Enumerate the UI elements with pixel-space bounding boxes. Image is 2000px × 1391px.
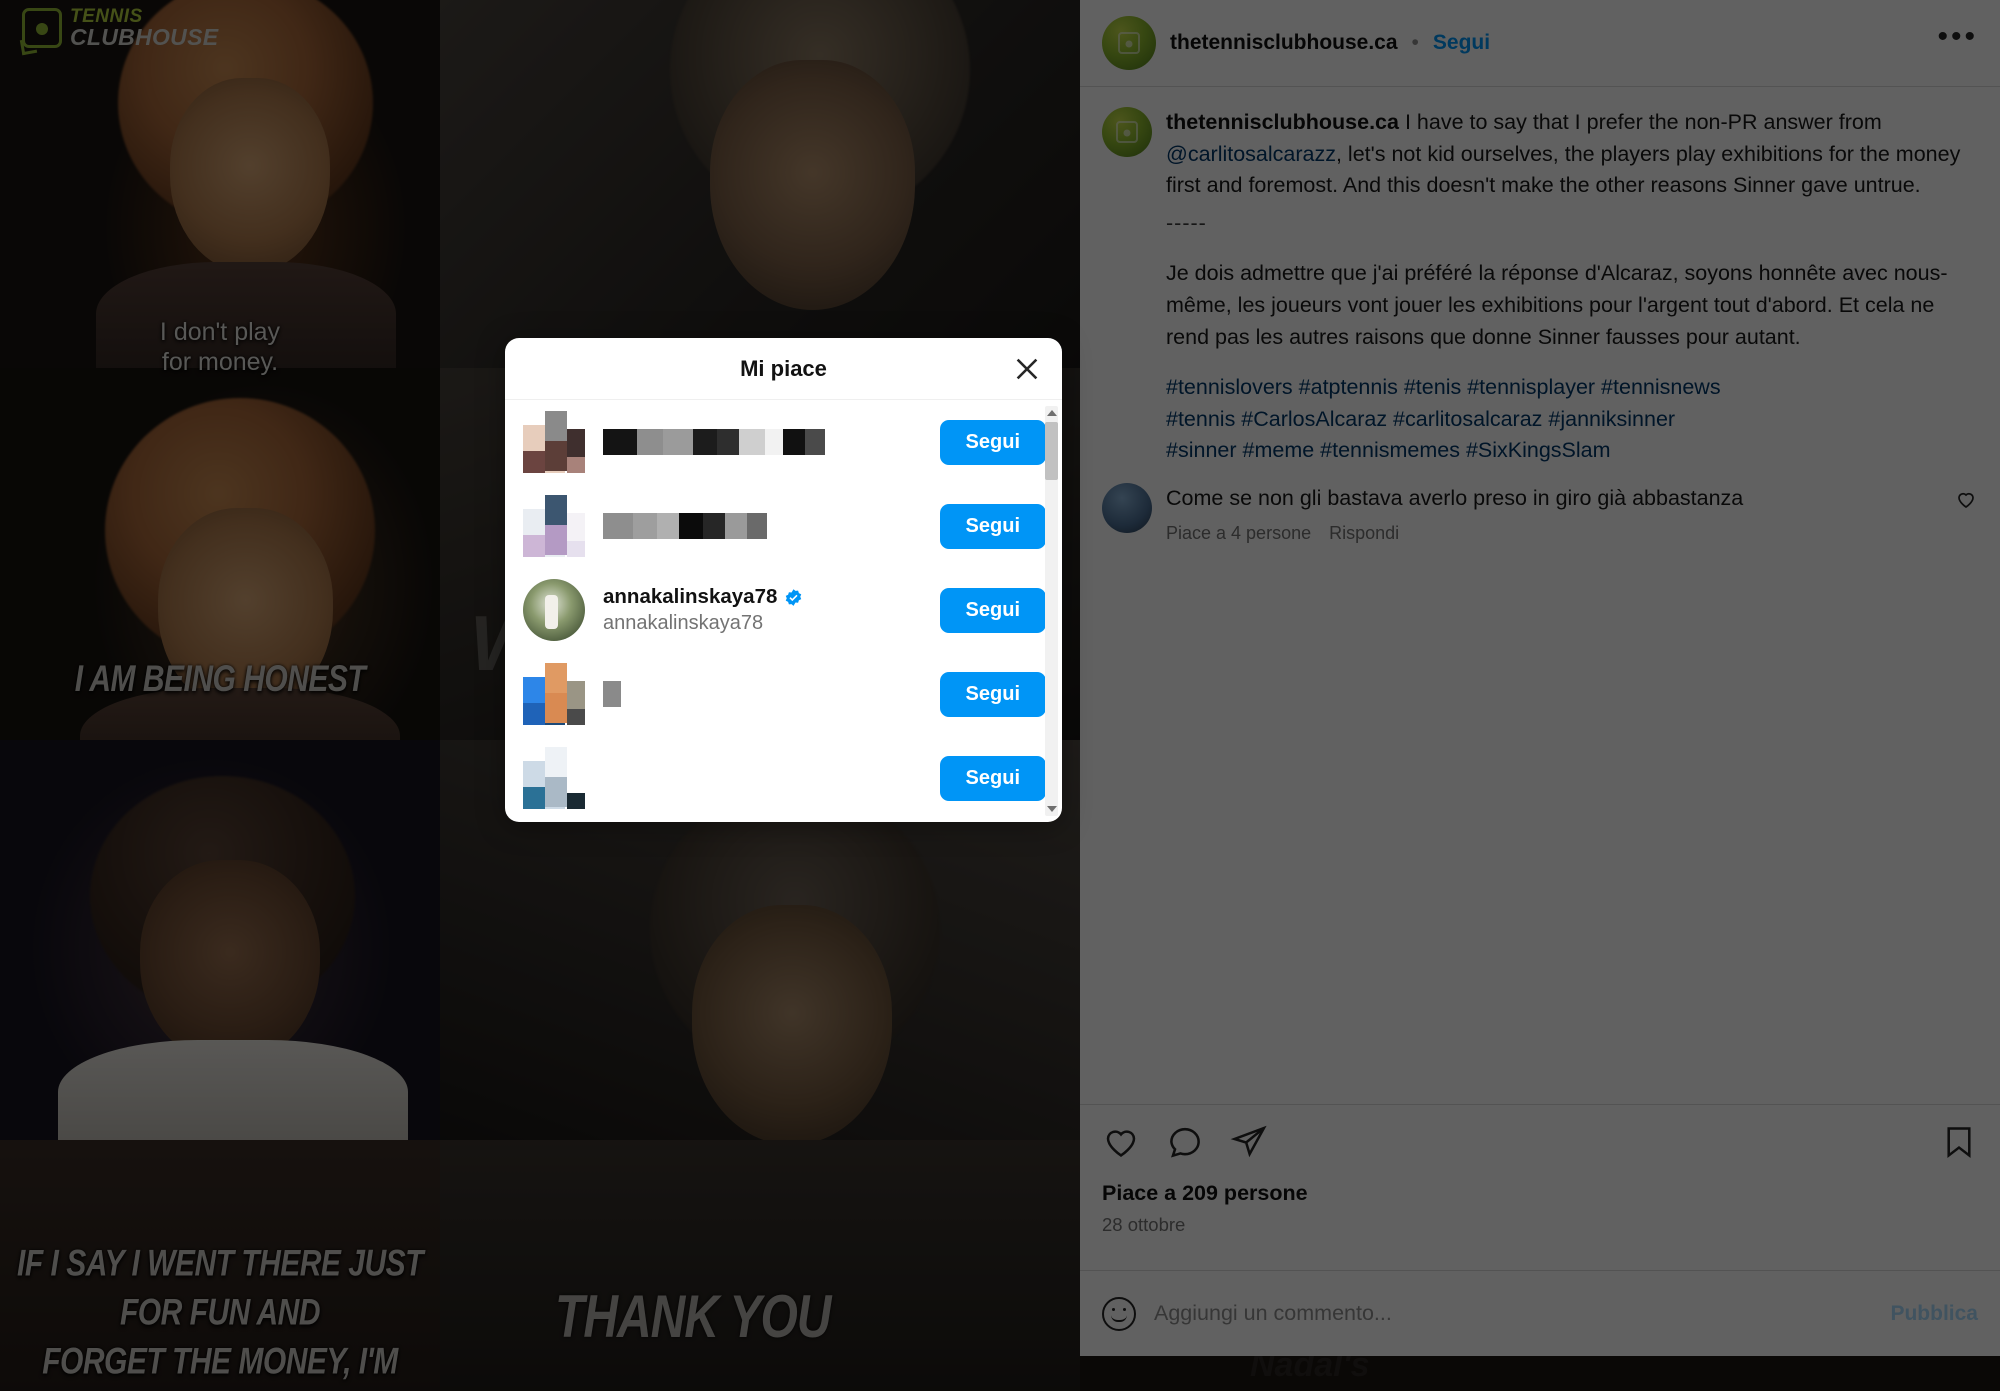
verified-badge-icon — [786, 588, 802, 606]
like-row[interactable]: Segui — [505, 820, 1062, 822]
like-row-text — [603, 765, 922, 791]
like-row[interactable]: Segui — [505, 400, 1062, 484]
username-censored — [603, 765, 922, 791]
like-row-text — [603, 681, 922, 707]
avatar — [523, 579, 585, 641]
follow-button[interactable]: Segui — [939, 671, 1046, 717]
username-censored — [603, 429, 922, 455]
like-row-username[interactable]: annakalinskaya78 — [603, 585, 922, 609]
like-row-text — [603, 429, 922, 455]
avatar-censored — [523, 411, 585, 473]
like-row[interactable]: Segui — [505, 652, 1062, 736]
like-row[interactable]: annakalinskaya78 annakalinskaya78 Segui — [505, 568, 1062, 652]
follow-button[interactable]: Segui — [939, 755, 1046, 801]
username-censored — [603, 681, 922, 707]
follow-button[interactable]: Segui — [939, 587, 1046, 633]
username-text: annakalinskaya78 — [603, 585, 778, 608]
like-row-text: annakalinskaya78 annakalinskaya78 — [603, 585, 922, 635]
avatar-censored — [523, 495, 585, 557]
like-row-fullname: annakalinskaya78 — [603, 612, 764, 634]
dialog-title: Mi piace — [740, 355, 827, 381]
scrollbar-thumb[interactable] — [1045, 422, 1058, 480]
likes-dialog: Mi piace Segui Segui annakalinskaya78 annak… — [505, 338, 1062, 822]
dialog-header: Mi piace — [505, 338, 1062, 400]
likes-list[interactable]: Segui Segui annakalinskaya78 annakalinskaya… — [505, 400, 1062, 822]
avatar-censored — [523, 747, 585, 809]
username-censored — [603, 513, 922, 539]
likes-rows: Segui Segui annakalinskaya78 annakalinskaya… — [505, 400, 1062, 822]
avatar-censored — [523, 663, 585, 725]
like-row[interactable]: Segui — [505, 736, 1062, 820]
follow-button[interactable]: Segui — [939, 419, 1046, 465]
like-row[interactable]: Segui — [505, 484, 1062, 568]
follow-button[interactable]: Segui — [939, 503, 1046, 549]
close-icon[interactable] — [1012, 354, 1042, 384]
scroll-up-button[interactable] — [1045, 406, 1058, 420]
scroll-down-button[interactable] — [1045, 802, 1058, 816]
like-row-text — [603, 513, 922, 539]
scrollbar[interactable] — [1045, 406, 1058, 816]
screen: W I don't play for money. I AM BEING HON… — [0, 0, 2000, 1391]
